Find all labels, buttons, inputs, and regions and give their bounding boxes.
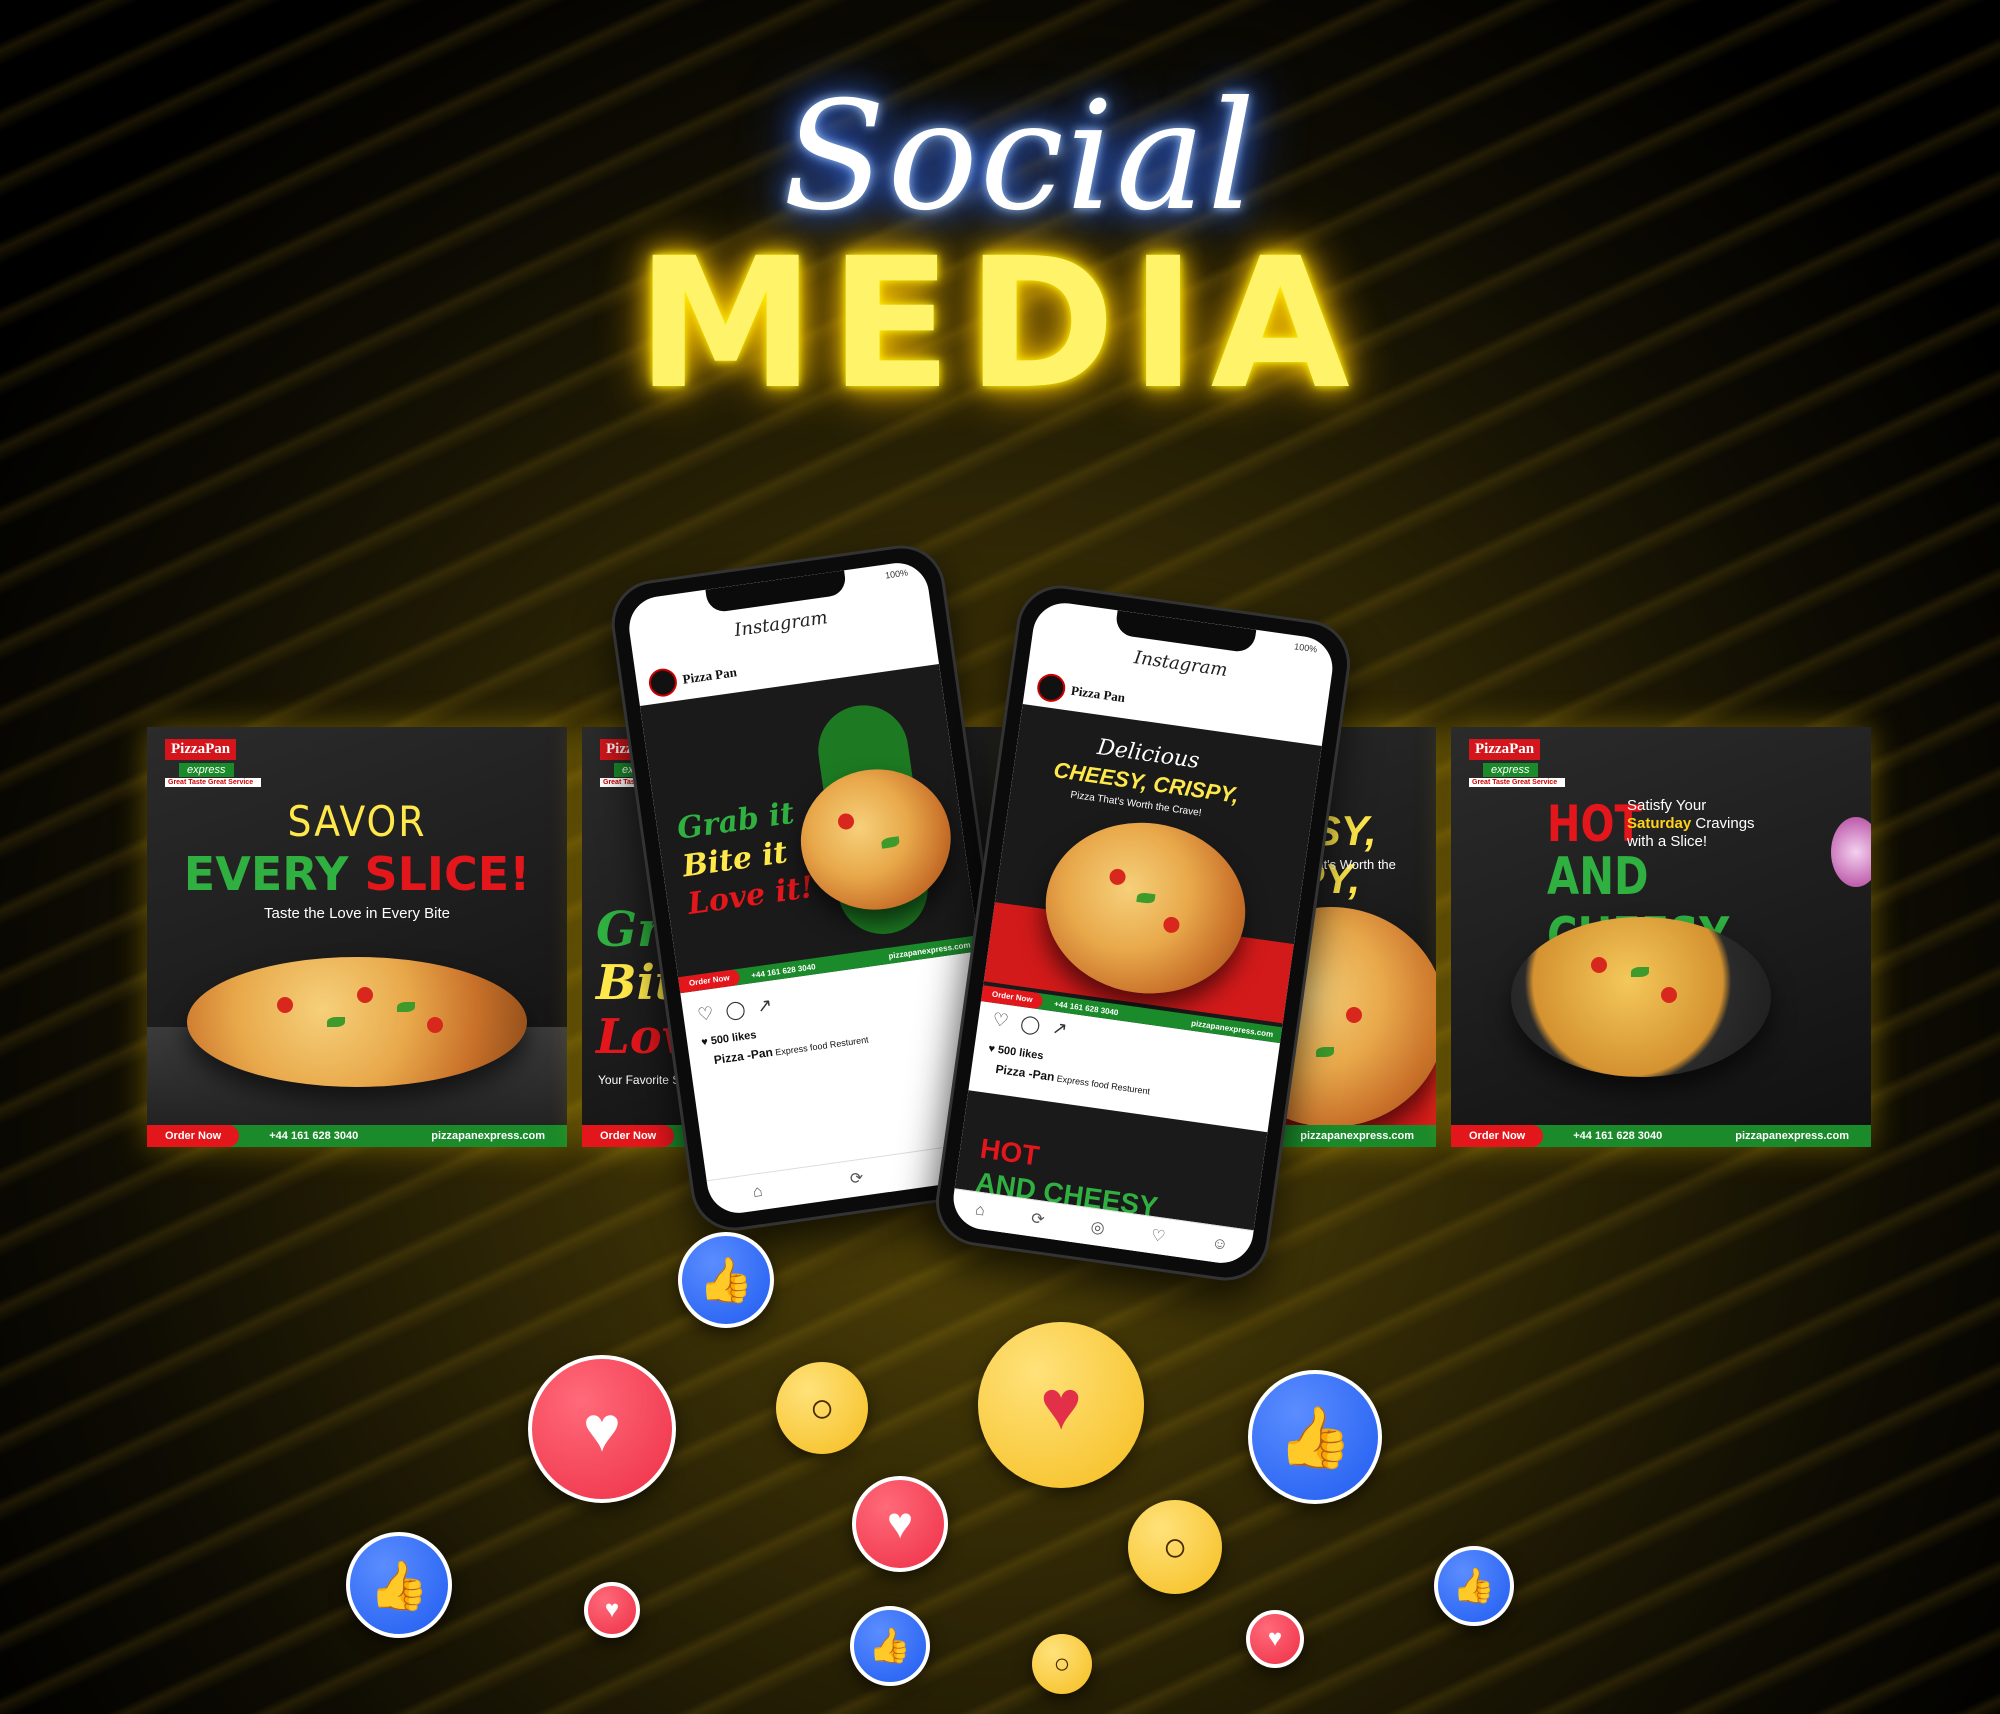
comment-icon[interactable]: ◯ xyxy=(724,998,747,1022)
account-header[interactable]: Pizza Pan xyxy=(1035,672,1127,712)
heart-reaction-icon: ♥ xyxy=(1246,1610,1304,1668)
wow-reaction-icon: ○ xyxy=(1128,1500,1222,1594)
like-count: ♥ 500 likes xyxy=(700,1029,758,1049)
heart-nav-icon[interactable]: ♡ xyxy=(1150,1225,1167,1247)
account-header[interactable]: Pizza Pan xyxy=(647,658,739,699)
home-icon[interactable]: ⌂ xyxy=(752,1183,764,1202)
headline-media: MEDIA xyxy=(636,220,1364,429)
wow-reaction-icon: ○ xyxy=(1032,1634,1092,1694)
order-now-button[interactable]: Order Now xyxy=(147,1125,240,1147)
pizza-pan-image xyxy=(1511,917,1771,1077)
pizza-image xyxy=(791,759,960,920)
like-reaction-icon: 👍 xyxy=(1248,1370,1382,1504)
phone-number: +44 161 628 3040 xyxy=(1573,1130,1663,1142)
feed-post-image[interactable]: Delicious CHEESY, CRISPY, Pizza That's W… xyxy=(980,704,1322,1044)
post-footer: Order Now +44 161 628 3040 pizzapanexpre… xyxy=(147,1125,567,1147)
avatar xyxy=(1035,672,1068,704)
care-reaction-icon: ♥ xyxy=(978,1322,1144,1488)
phone-number: +44 161 628 3040 xyxy=(269,1130,359,1142)
heart-icon[interactable]: ♡ xyxy=(991,1009,1010,1032)
profile-icon[interactable]: ☺ xyxy=(1210,1235,1230,1255)
battery-indicator: 100% xyxy=(884,567,909,581)
heart-icon[interactable]: ♡ xyxy=(696,1003,715,1026)
like-count: ♥ 500 likes xyxy=(987,1042,1045,1063)
heart-reaction-icon: ♥ xyxy=(584,1582,640,1638)
website-link[interactable]: pizzapanexpress.com xyxy=(1735,1130,1849,1142)
brand-logo: PizzaPan express Great Taste Great Servi… xyxy=(1469,739,1569,789)
heart-reaction-icon: ♥ xyxy=(528,1355,676,1503)
post-actions: ♡ ◯ ↗ xyxy=(991,1009,1069,1040)
post-headline-2: EVERY SLICE! xyxy=(183,847,531,901)
post-actions: ♡ ◯ ↗ xyxy=(696,995,774,1026)
post-card-hot: PizzaPan express Great Taste Great Servi… xyxy=(1451,727,1871,1147)
caption: Pizza -Pan Express food Resturent xyxy=(994,1061,1151,1097)
wow-reaction-icon: ○ xyxy=(776,1362,868,1454)
like-reaction-icon: 👍 xyxy=(850,1606,930,1686)
onion-image xyxy=(1831,817,1871,887)
post-footer: Order Now +44 161 628 3040 pizzapanexpress… xyxy=(678,935,980,994)
brand-logo: PizzaPan express Great Taste Great Servi… xyxy=(165,739,265,789)
like-reaction-icon: 👍 xyxy=(678,1232,774,1328)
comment-icon[interactable]: ◯ xyxy=(1019,1013,1042,1037)
order-now-button[interactable]: Order Now xyxy=(1451,1125,1544,1147)
refresh-icon[interactable]: ⟳ xyxy=(1030,1208,1046,1230)
post-side-text: Satisfy Your Saturday Cravings with a Sl… xyxy=(1627,797,1755,850)
share-icon[interactable]: ↗ xyxy=(756,995,774,1018)
post-footer: Order Now +44 161 628 3040 pizzapanexpre… xyxy=(1451,1125,1871,1147)
battery-indicator: 100% xyxy=(1293,641,1318,655)
order-now-button[interactable]: Order Now xyxy=(582,1125,675,1147)
heart-reaction-icon: ♥ xyxy=(852,1476,948,1572)
feed-post-image[interactable]: Grab it Bite it Love it! Order Now +44 16… xyxy=(639,663,980,994)
refresh-icon[interactable]: ⟳ xyxy=(849,1168,865,1190)
canvas: { "headline": {"script": "Social", "bloc… xyxy=(0,0,2000,1714)
post-headline-1: SAVOR xyxy=(287,797,427,846)
headline-social: Social xyxy=(782,70,1258,244)
website-link[interactable]: pizzapanexpress.com xyxy=(431,1130,545,1142)
avatar xyxy=(647,666,679,699)
home-icon[interactable]: ⌂ xyxy=(974,1201,986,1220)
website-link[interactable]: pizzapanexpress.com xyxy=(1300,1130,1414,1142)
post-card-savor: PizzaPan express Great Taste Great Servi… xyxy=(147,727,567,1147)
phone-screen: 100% Instagram Pizza Pan Delicious CHEES… xyxy=(949,599,1337,1267)
phone-mockup-right: 100% Instagram Pizza Pan Delicious CHEES… xyxy=(930,579,1356,1287)
post-subtitle: Taste the Love in Every Bite xyxy=(264,905,450,922)
like-reaction-icon: 👍 xyxy=(1434,1546,1514,1626)
camera-icon[interactable]: ◎ xyxy=(1089,1217,1106,1239)
like-reaction-icon: 👍 xyxy=(346,1532,452,1638)
pizza-image xyxy=(187,957,527,1087)
share-icon[interactable]: ↗ xyxy=(1051,1017,1069,1040)
